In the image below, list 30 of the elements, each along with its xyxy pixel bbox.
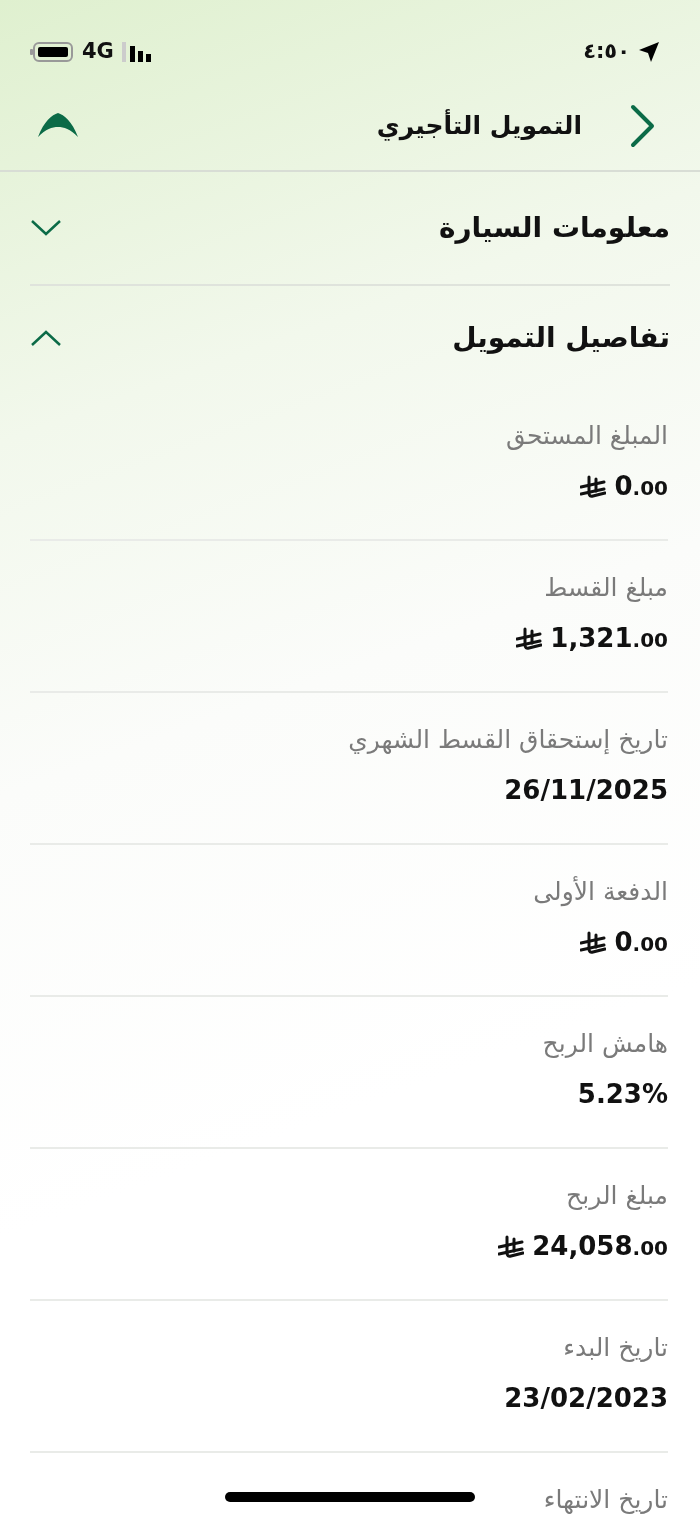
field-label: تاريخ البدء bbox=[563, 1333, 668, 1363]
riyal-icon bbox=[516, 626, 543, 651]
network-type: 4G bbox=[82, 38, 114, 66]
field-value: 0.00 bbox=[614, 471, 668, 503]
field-value: 1,321.00 bbox=[550, 623, 668, 655]
location-icon bbox=[638, 41, 660, 63]
field-label: تاريخ الانتهاء bbox=[543, 1485, 668, 1515]
signal-icon bbox=[121, 42, 152, 62]
field-value: 0.00 bbox=[614, 927, 668, 959]
field-value: 26/11/2025 bbox=[504, 775, 668, 807]
riyal-icon bbox=[498, 1234, 525, 1259]
field-label: مبلغ الربح bbox=[566, 1181, 668, 1211]
field-label: الدفعة الأولى bbox=[533, 877, 668, 907]
chevron-up-icon[interactable] bbox=[30, 328, 62, 347]
chevron-down-icon[interactable] bbox=[30, 219, 62, 237]
riyal-icon bbox=[580, 474, 607, 499]
field-value: 5.23% bbox=[577, 1079, 668, 1111]
section-title: تفاصيل التمويل bbox=[452, 319, 670, 356]
page-title: التمويل التأجيري bbox=[376, 108, 582, 143]
field-value: 24,058.00 bbox=[532, 1231, 668, 1263]
field-label: المبلغ المستحق bbox=[506, 421, 668, 451]
battery-icon bbox=[30, 41, 74, 63]
clock: ٤:٥٠ bbox=[583, 38, 630, 66]
field-label: هامش الربح bbox=[542, 1029, 668, 1059]
field-value: 23/02/2023 bbox=[504, 1383, 668, 1415]
back-chevron-icon[interactable] bbox=[630, 104, 656, 148]
field-label: مبلغ القسط bbox=[544, 573, 668, 603]
field-label: تاريخ إستحقاق القسط الشهري bbox=[348, 725, 668, 755]
riyal-icon bbox=[580, 930, 607, 955]
section-title: معلومات السيارة bbox=[438, 210, 670, 246]
